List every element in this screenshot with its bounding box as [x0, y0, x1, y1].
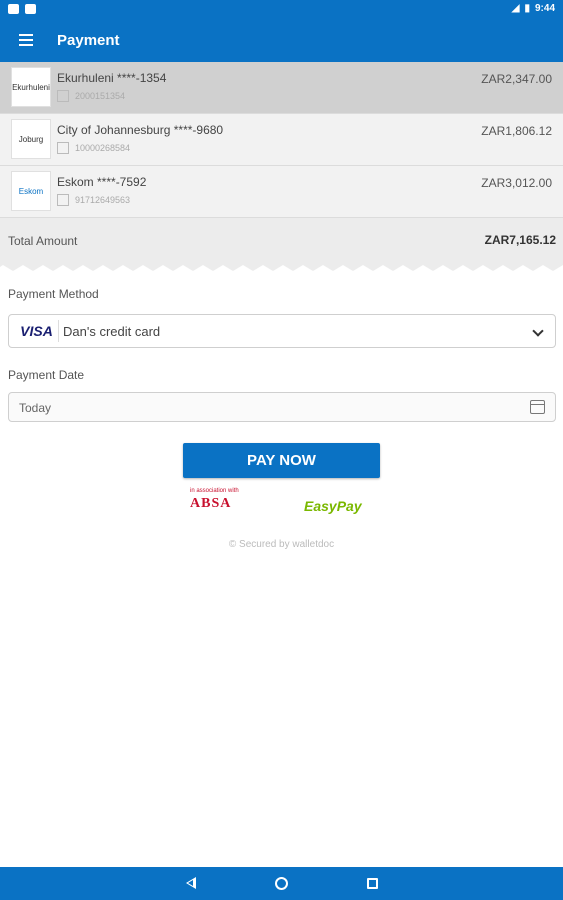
back-icon[interactable]: [186, 877, 196, 889]
absa-association-text: in association with: [190, 488, 239, 494]
absa-logo: in association with ABSA: [190, 488, 260, 516]
menu-icon[interactable]: [19, 34, 33, 46]
eskom-logo: Eskom: [11, 171, 51, 211]
easypay-logo: EasyPay: [304, 492, 376, 516]
payment-date-value: Today: [19, 401, 52, 415]
barcode-icon: [57, 90, 69, 102]
payment-method-select[interactable]: VISA Dan's credit card: [8, 314, 556, 348]
secured-by-footer: © Secured by walletdoc: [228, 539, 335, 550]
sd-card-icon: [25, 4, 36, 14]
clock: 9:44: [534, 3, 555, 14]
page-title: Payment: [57, 32, 120, 49]
bill-reference: 10000268584: [57, 142, 130, 154]
pay-now-button[interactable]: PAY NOW: [183, 443, 380, 478]
payment-method-value: Dan's credit card: [63, 324, 161, 339]
status-bar: ◢ ▮ 9:44: [0, 0, 563, 20]
total-value: ZAR7,165.12: [484, 233, 556, 247]
bill-amount: ZAR3,012.00: [481, 176, 552, 190]
notification-icon: [8, 4, 19, 14]
receipt-edge: [0, 263, 563, 271]
payment-method-label: Payment Method: [8, 287, 99, 301]
bill-row[interactable]: Joburg City of Johannesburg ****-9680 10…: [0, 114, 563, 166]
joburg-logo: Joburg: [11, 119, 51, 159]
payment-date-field[interactable]: Today: [8, 392, 556, 422]
recent-apps-icon[interactable]: [367, 878, 378, 889]
notification-icons: [8, 4, 36, 14]
calendar-icon[interactable]: [530, 400, 545, 414]
payment-date-label: Payment Date: [8, 368, 85, 382]
bill-amount: ZAR2,347.00: [481, 72, 552, 86]
bill-reference-text: 2000151354: [75, 91, 126, 101]
barcode-icon: [57, 142, 69, 154]
bill-reference: 91712649563: [57, 194, 130, 206]
bill-reference-text: 10000268584: [75, 143, 131, 153]
battery-icon: ▮: [524, 3, 530, 14]
visa-icon: VISA: [15, 320, 59, 342]
bill-reference-text: 91712649563: [75, 195, 131, 205]
easypay-wordmark: EasyPay: [304, 498, 362, 514]
bill-name: Eskom ****-7592: [57, 175, 147, 189]
barcode-icon: [57, 194, 69, 206]
bill-name: City of Johannesburg ****-9680: [57, 123, 224, 137]
bill-row[interactable]: Eskom Eskom ****-7592 91712649563 ZAR3,0…: [0, 166, 563, 218]
home-icon[interactable]: [275, 877, 288, 890]
bill-reference: 2000151354: [57, 90, 125, 102]
signal-icon: ◢: [511, 3, 520, 14]
bill-name: Ekurhuleni ****-1354: [57, 71, 167, 85]
chevron-down-icon: [532, 325, 544, 337]
app-bar: Payment: [0, 20, 563, 62]
bill-list: Ekurhuleni Ekurhuleni ****-1354 20001513…: [0, 62, 563, 218]
bill-amount: ZAR1,806.12: [481, 124, 552, 138]
ekurhuleni-logo: Ekurhuleni: [11, 67, 51, 107]
status-indicators: ◢ ▮ 9:44: [512, 3, 555, 14]
navigation-bar: [0, 867, 563, 900]
total-label: Total Amount: [8, 234, 78, 248]
bill-row[interactable]: Ekurhuleni Ekurhuleni ****-1354 20001513…: [0, 62, 563, 114]
absa-wordmark: ABSA: [190, 496, 232, 511]
total-row: Total Amount ZAR7,165.12: [0, 218, 563, 263]
